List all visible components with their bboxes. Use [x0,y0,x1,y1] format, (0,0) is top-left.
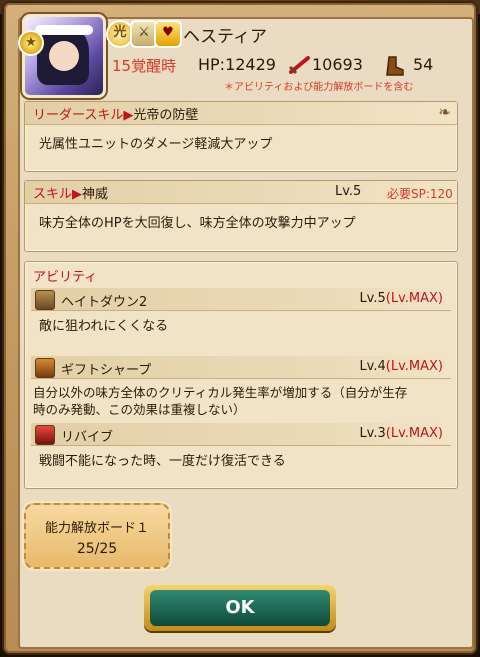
skill-description: 味方全体のHPを大回復し、味方全体の攻撃力中アップ [39,216,356,231]
abilities-panel: アビリティ ヘイトダウン2 Lv.5(Lv.MAX) 敵に狙われにくくなる ギフ… [24,261,458,489]
avatar-face [49,41,79,71]
boot-icon [386,56,404,76]
ability-description-line: 時のみ発動、この効果は重複しない） [33,402,246,417]
ability-level: Lv.5 [359,291,386,306]
speed-value: 54 [413,55,434,74]
ability-name: ヘイトダウン2 [61,295,148,310]
leader-skill-label: リーダースキル▶ [33,108,134,123]
ability-name: リバイブ [61,430,114,445]
ability-max: (Lv.MAX) [385,359,443,374]
skill-sp: 必要SP:120 [387,187,453,201]
ability-description: 戦闘不能になった時、一度だけ復活できる [39,454,286,469]
hate-down-icon [35,290,55,310]
attack-value: 10693 [312,55,363,74]
ability-description: 敵に狙われにくくなる [39,319,169,334]
ability-description-line: 自分以外の味方全体のクリティカル発生率が増加する（自分が生存 [33,385,408,400]
ability-description: 自分以外の味方全体のクリティカル発生率が増加する（自分が生存 時のみ発動、この効… [33,384,407,418]
leader-skill-description: 光属性ユニットのダメージ軽減大アップ [39,137,273,152]
character-avatar [22,14,106,98]
sword-icon [288,56,310,75]
gift-sharp-icon [35,358,55,378]
leader-skill-panel: リーダースキル▶光帝の防壁 ❧ 光属性ユニットのダメージ軽減大アップ [24,101,458,172]
ok-button[interactable]: OK [144,585,336,631]
skill-label: スキル▶ [33,187,82,202]
ability-level: Lv.4 [359,359,386,374]
ability-name: ギフトシャープ [61,363,152,378]
ability-level: Lv.3 [359,426,386,441]
avatar-ribbon [35,25,93,35]
board-title: 能力解放ボード１ [44,521,149,536]
revive-icon [35,425,55,445]
ok-button-label: OK [150,590,330,626]
skill-panel: スキル▶神威 Lv.5 必要SP:120 味方全体のHPを大回復し、味方全体の攻… [24,180,458,252]
ability-row: ヘイトダウン2 Lv.5(Lv.MAX) [31,288,451,311]
ability-max: (Lv.MAX) [385,291,443,306]
hp-value: HP:12429 [198,55,276,74]
stats-note: ＊アビリティおよび能力解放ボードを含む [224,82,414,93]
skill-level: Lv.5 [335,184,362,199]
leader-skill-name: 光帝の防壁 [133,108,199,123]
ability-row: リバイブ Lv.3(Lv.MAX) [31,423,451,446]
leader-skill-header: リーダースキル▶光帝の防壁 ❧ [25,102,457,125]
heart-icon: ♥ [154,20,182,48]
character-name: ヘスティア [183,27,267,47]
skill-name: 神威 [82,187,109,202]
abilities-header: アビリティ [33,270,98,285]
ability-row: ギフトシャープ Lv.4(Lv.MAX) [31,356,451,379]
awakening-level: 15覚醒時 [112,57,177,75]
board-count: 25/25 [76,541,118,557]
rarity-star-icon: ★ [18,30,44,56]
ornament-icon: ❧ [438,103,451,121]
ability-board-button[interactable]: 能力解放ボード１ 25/25 [24,503,170,569]
skill-header: スキル▶神威 Lv.5 必要SP:120 [25,181,457,204]
ability-max: (Lv.MAX) [385,426,443,441]
